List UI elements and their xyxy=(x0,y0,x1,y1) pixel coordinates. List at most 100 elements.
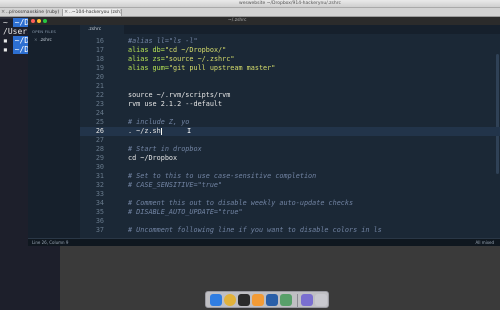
tab-label: ..~104-hackeryou (zsh) xyxy=(69,10,122,15)
text-cursor xyxy=(160,127,162,135)
terminal-tab-bar: × ..p/rossmaxskine (ruby) × ..~104-hackery… xyxy=(0,8,500,17)
trash-icon[interactable] xyxy=(315,294,327,306)
photoshop-icon[interactable] xyxy=(266,294,278,306)
code-line: 16 #alias ll="ls -l" xyxy=(80,37,500,46)
app-icon[interactable] xyxy=(280,294,292,306)
tab-zsh[interactable]: × ..~104-hackeryou (zsh) xyxy=(62,9,122,16)
code-text: # Uncomment following line if you want t… xyxy=(128,226,382,234)
code-string: "cd ~/Dropbox/" xyxy=(164,46,227,54)
code-line: 36 xyxy=(80,217,500,226)
window-title: weswebsite ~/Dropbox/914-hackerynu/.zshr… xyxy=(239,1,341,6)
code-string: "git pull upstream master" xyxy=(168,64,276,72)
code-line: 37 # Uncomment following line if you want… xyxy=(80,226,500,235)
close-window-icon[interactable] xyxy=(31,19,35,23)
editor-title: ~/.zshrc xyxy=(228,18,247,23)
code-line: 35 # DISABLE_AUTO_UPDATE="true" xyxy=(80,208,500,217)
line-number: 35 xyxy=(95,208,104,216)
app2-icon[interactable] xyxy=(301,294,313,306)
line-number: 18 xyxy=(95,55,104,63)
tab-zshrc[interactable]: .zshrc xyxy=(80,25,124,34)
code-line: 17 alias db="cd ~/Dropbox/" xyxy=(80,46,500,55)
line-number: 34 xyxy=(95,199,104,207)
line-number: 21 xyxy=(95,82,104,90)
code-text: alias zs= xyxy=(128,55,165,63)
code-text: # DISABLE_AUTO_UPDATE="true" xyxy=(128,208,243,216)
code-text: alias gum= xyxy=(128,64,169,72)
status-syntax[interactable]: All mixed xyxy=(476,240,494,245)
dock-separator xyxy=(297,294,298,307)
line-number: 29 xyxy=(95,154,104,162)
code-line: 27 xyxy=(80,136,500,145)
sidebar-item-zshrc[interactable]: × .zshrc xyxy=(28,34,80,42)
code-string: "source ~/.zshrc" xyxy=(164,55,235,63)
code-line: 32 # CASE_SENSITIVE="true" xyxy=(80,181,500,190)
tab-ruby[interactable]: × ..p/rossmaxskine (ruby) xyxy=(0,9,62,16)
code-text: source ~/.rvm/scripts/rvm xyxy=(128,91,231,99)
close-icon[interactable]: × xyxy=(64,9,68,16)
terminal-prompt: ~ xyxy=(3,18,8,27)
sidebar-item-label: .zshrc xyxy=(39,37,52,42)
code-text: cd ~/Dropbox xyxy=(128,154,178,162)
code-line: 18 alias zs="source ~/.zshrc" xyxy=(80,55,500,64)
code-text: # Set to this to use case-sensitive comp… xyxy=(128,172,317,180)
window-title-bar: weswebsite ~/Dropbox/914-hackerynu/.zshr… xyxy=(0,0,500,8)
line-number: 26 xyxy=(95,127,104,135)
code-line: 22 source ~/.rvm/scripts/rvm xyxy=(80,91,500,100)
code-line-active: 26 . ~/z.sh xyxy=(80,127,500,136)
line-number: 22 xyxy=(95,91,104,99)
line-number: 17 xyxy=(95,46,104,54)
code-text: . ~/z.sh xyxy=(128,127,161,135)
code-line: 28 # Start in dropbox xyxy=(80,145,500,154)
line-number: 16 xyxy=(95,37,104,45)
zoom-window-icon[interactable] xyxy=(43,19,47,23)
close-icon[interactable]: × xyxy=(1,9,5,16)
code-text: # include Z, yo xyxy=(128,118,190,126)
code-line: 21 xyxy=(80,82,500,91)
sidebar-header: OPEN FILES xyxy=(32,29,56,34)
code-line: 29 cd ~/Dropbox xyxy=(80,154,500,163)
chrome-icon[interactable] xyxy=(224,294,236,306)
line-number: 27 xyxy=(95,136,104,144)
code-line: 24 xyxy=(80,109,500,118)
code-text: # CASE_SENSITIVE="true" xyxy=(128,181,223,189)
line-number: 23 xyxy=(95,100,104,108)
code-text: # Comment this out to disable weekly aut… xyxy=(128,199,354,207)
line-number: 25 xyxy=(95,118,104,126)
line-number: 30 xyxy=(95,163,104,171)
line-number: 33 xyxy=(95,190,104,198)
code-text: alias db= xyxy=(128,46,165,54)
sidebar: OPEN FILES × .zshrc xyxy=(28,25,80,238)
tab-label: ..p/rossmaxskine (ruby) xyxy=(6,10,60,15)
editor-title-bar: ~/.zshrc xyxy=(28,17,500,25)
line-number: 20 xyxy=(95,73,104,81)
code-line: 30 xyxy=(80,163,500,172)
line-number: 31 xyxy=(95,172,104,180)
code-line: 25 # include Z, yo xyxy=(80,118,500,127)
line-number: 19 xyxy=(95,64,104,72)
code-text: # Start in dropbox xyxy=(128,145,202,153)
code-text: #alias ll="ls -l" xyxy=(128,37,198,45)
code-line: 31 # Set to this to use case-sensitive co… xyxy=(80,172,500,181)
dock xyxy=(205,291,329,308)
code-line: 33 xyxy=(80,190,500,199)
line-number: 36 xyxy=(95,217,104,225)
sublime-icon[interactable] xyxy=(252,294,264,306)
editor-tab-bar: .zshrc xyxy=(80,25,500,34)
line-number: 24 xyxy=(95,109,104,117)
code-line: 19 alias gum="git pull upstream master" xyxy=(80,64,500,73)
code-area[interactable]: 16 #alias ll="ls -l" 17 alias db="cd ~/Dro… xyxy=(80,34,500,238)
terminal-icon[interactable] xyxy=(238,294,250,306)
line-number: 32 xyxy=(95,181,104,189)
line-number: 28 xyxy=(95,145,104,153)
status-bar: Line 26, Column 9 All mixed xyxy=(28,238,500,246)
line-number: 37 xyxy=(95,226,104,234)
status-cursor-position: Line 26, Column 9 xyxy=(32,240,69,245)
code-line: 34 # Comment this out to disable weekly a… xyxy=(80,199,500,208)
finder-icon[interactable] xyxy=(210,294,222,306)
close-icon[interactable]: × xyxy=(34,37,38,42)
mouse-cursor-icon: I xyxy=(187,127,192,135)
code-line: 20 xyxy=(80,73,500,82)
minimize-window-icon[interactable] xyxy=(37,19,41,23)
code-line: 23 rvm use 2.1.2 --default xyxy=(80,100,500,109)
code-text: rvm use 2.1.2 --default xyxy=(128,100,223,108)
